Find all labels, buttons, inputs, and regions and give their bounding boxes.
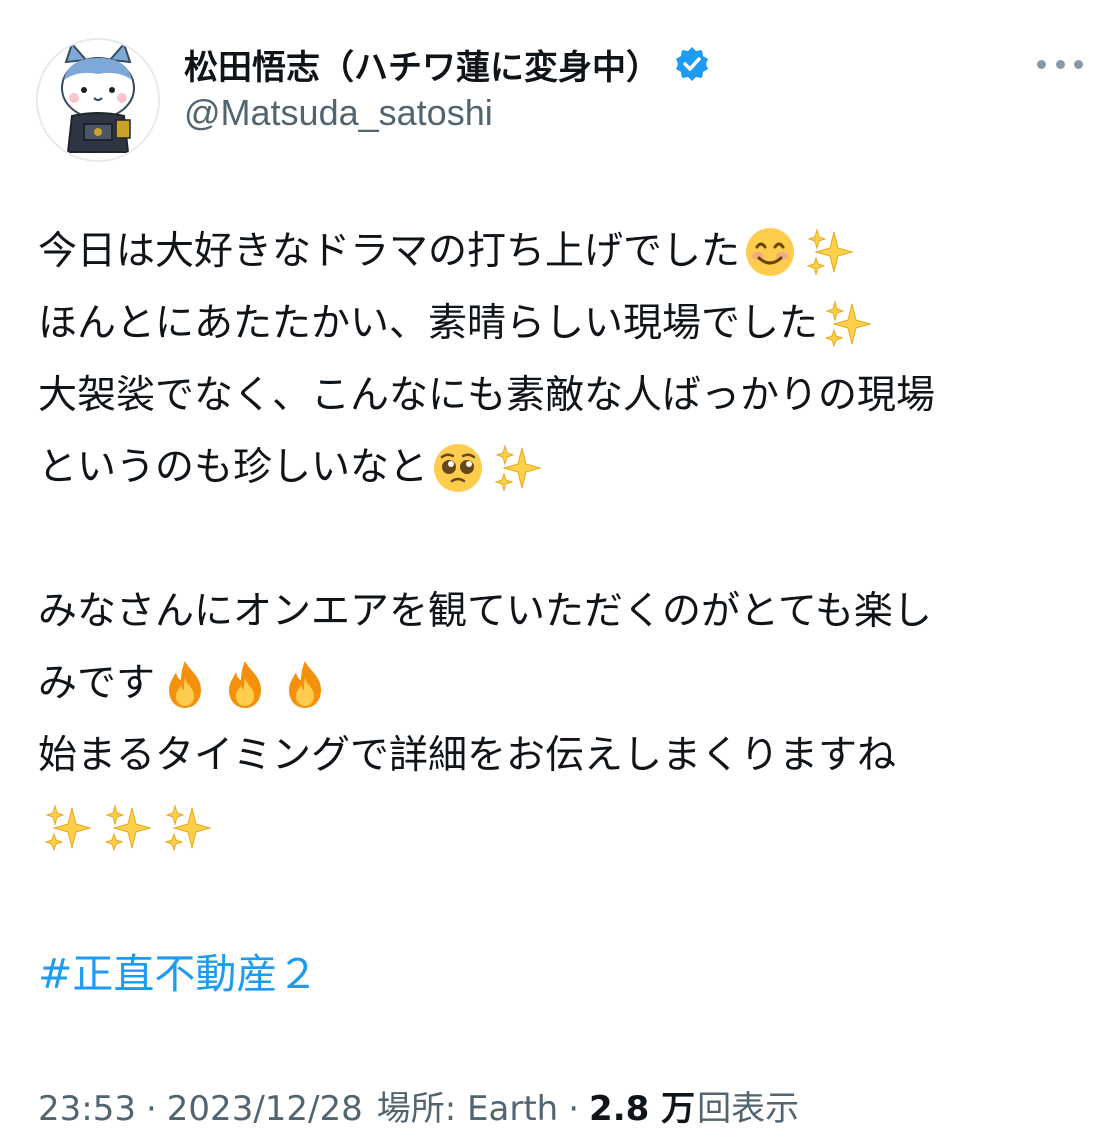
meta-separator: · (568, 1089, 580, 1129)
more-dot (1037, 59, 1046, 69)
more-horizontal-icon[interactable] (1037, 50, 1083, 78)
meta-separator: · (145, 1089, 157, 1129)
pleading-face-emoji-icon (432, 442, 484, 494)
sparkles-emoji-icon (102, 802, 154, 854)
tweet-time[interactable]: 23:53 (38, 1082, 136, 1136)
tweet-text: 今日は大好きなドラマの打ち上げでした ほんとにあたたかい、素晴らしい現場でした … (38, 216, 1078, 864)
tweet-line: みです (38, 648, 1078, 720)
fire-emoji-icon (159, 658, 211, 710)
fire-emoji-icon (279, 658, 331, 710)
tweet-line: ほんとにあたたかい、素晴らしい現場でした (38, 288, 1078, 360)
verified-badge-icon (674, 46, 710, 82)
tweet-line-text: というのも珍しいなと (38, 445, 429, 490)
tweet-line: みなさんにオンエアを観ていただくのがとても楽し (38, 576, 1078, 648)
hashtag-link[interactable]: #正直不動産２ (38, 938, 318, 1010)
tweet-line-text: 大袈裟でなく、こんなにも素敵な人ばっかりの現場 (38, 373, 936, 418)
tweet-line: 大袈裟でなく、こんなにも素敵な人ばっかりの現場 (38, 360, 1078, 432)
avatar[interactable] (36, 38, 160, 162)
name-row: 松田悟志（ハチワ蓮に変身中） (184, 38, 710, 90)
sparkles-emoji-icon (42, 802, 94, 854)
tweet-header: 松田悟志（ハチワ蓮に変身中） @Matsuda_satoshi (0, 0, 1103, 170)
sparkles-emoji-icon (822, 298, 874, 350)
sparkles-emoji-icon (492, 442, 544, 494)
sparkles-emoji-icon (162, 802, 214, 854)
tweet-line (38, 792, 1078, 864)
user-handle[interactable]: @Matsuda_satoshi (184, 92, 493, 134)
tweet-line-text: 始まるタイミングで詳細をお伝えしまくりますね (38, 733, 897, 778)
smile-emoji-icon (744, 226, 796, 278)
views-label: 回表示 (697, 1089, 800, 1129)
tweet-line: 始まるタイミングで詳細をお伝えしまくりますね (38, 720, 1078, 792)
tweet-line-text: ほんとにあたたかい、素晴らしい現場でした (38, 301, 819, 346)
more-dot (1074, 59, 1083, 69)
tweet-line-text: みです (38, 661, 156, 706)
fire-emoji-icon (219, 658, 271, 710)
more-dot (1055, 59, 1065, 69)
tweet-line: というのも珍しいなと (38, 432, 1078, 504)
tweet-line-text: みなさんにオンエアを観ていただくのがとても楽し (38, 589, 932, 634)
sparkles-emoji-icon (804, 226, 856, 278)
display-name[interactable]: 松田悟志（ハチワ蓮に変身中） (184, 40, 660, 89)
tweet-line-text: 今日は大好きなドラマの打ち上げでした (38, 229, 741, 274)
avatar-illustration (38, 40, 158, 160)
tweet-metadata: 23:53 · 2023/12/28 場所: Earth · 2.8 万 回表示 (38, 1082, 799, 1136)
views-count: 2.8 万 (589, 1089, 696, 1129)
tweet-location: 場所: Earth (376, 1089, 559, 1129)
tweet-date[interactable]: 2023/12/28 (167, 1082, 363, 1136)
tweet-line: 今日は大好きなドラマの打ち上げでした (38, 216, 1078, 288)
